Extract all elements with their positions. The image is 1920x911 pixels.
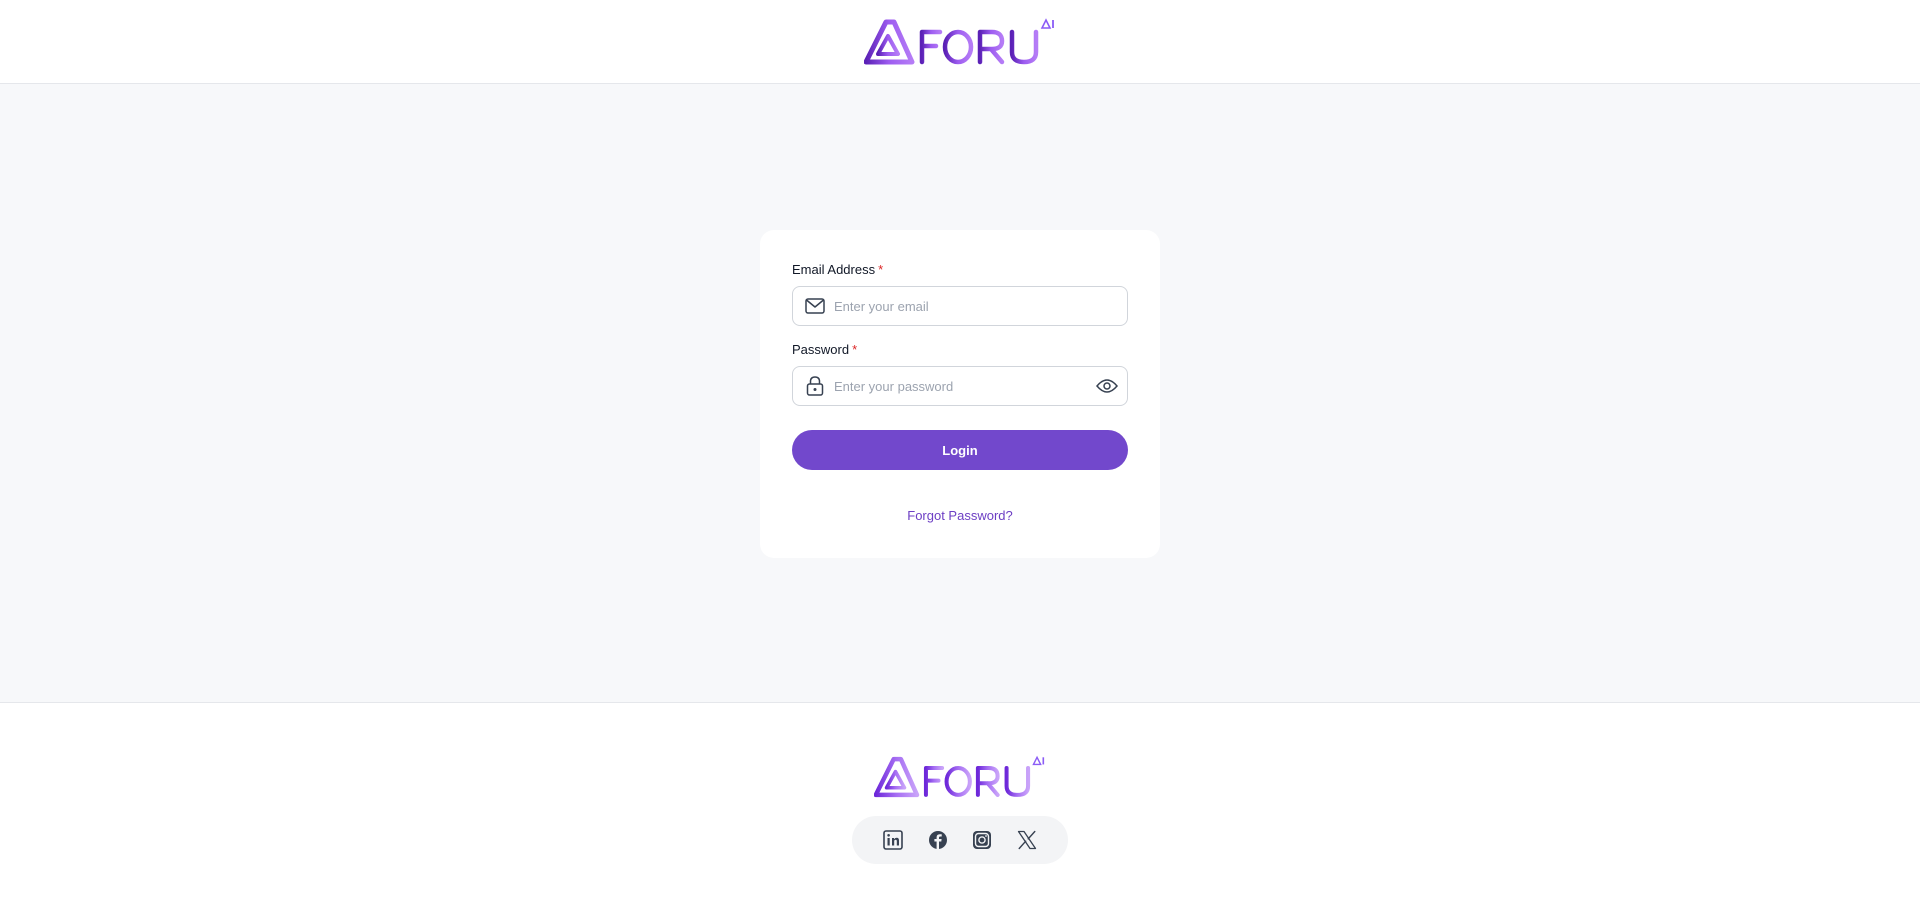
email-label: Email Address * [792, 262, 883, 277]
main-area: Email Address* Password* [0, 84, 1920, 703]
eye-icon[interactable] [1095, 374, 1119, 398]
facebook-icon[interactable] [924, 826, 952, 854]
footer [0, 703, 1920, 911]
header [0, 0, 1920, 84]
lock-icon [804, 375, 826, 397]
x-icon[interactable] [1013, 826, 1041, 854]
login-card: Email Address* Password* [760, 230, 1160, 558]
foru-logo-icon [873, 755, 1045, 798]
forgot-password-link[interactable]: Forgot Password? [760, 508, 1160, 523]
email-label-text: Email Address [792, 262, 876, 277]
login-button[interactable]: Login [792, 430, 1128, 470]
linkedin-icon[interactable] [879, 826, 907, 854]
instagram-icon[interactable] [968, 826, 996, 854]
password-input[interactable] [834, 368, 1095, 404]
password-label: Password * [792, 342, 857, 357]
mail-icon [804, 295, 826, 317]
email-field[interactable] [792, 286, 1128, 326]
password-field[interactable] [792, 366, 1128, 406]
social-links [852, 816, 1068, 864]
foru-logo-icon [864, 17, 1054, 64]
footer-logo[interactable] [873, 755, 1046, 804]
required-mark: * [852, 342, 858, 357]
header-logo[interactable] [864, 17, 1056, 66]
email-input[interactable] [834, 288, 1127, 324]
required-mark: * [878, 262, 884, 277]
password-label-text: Password [792, 342, 850, 357]
